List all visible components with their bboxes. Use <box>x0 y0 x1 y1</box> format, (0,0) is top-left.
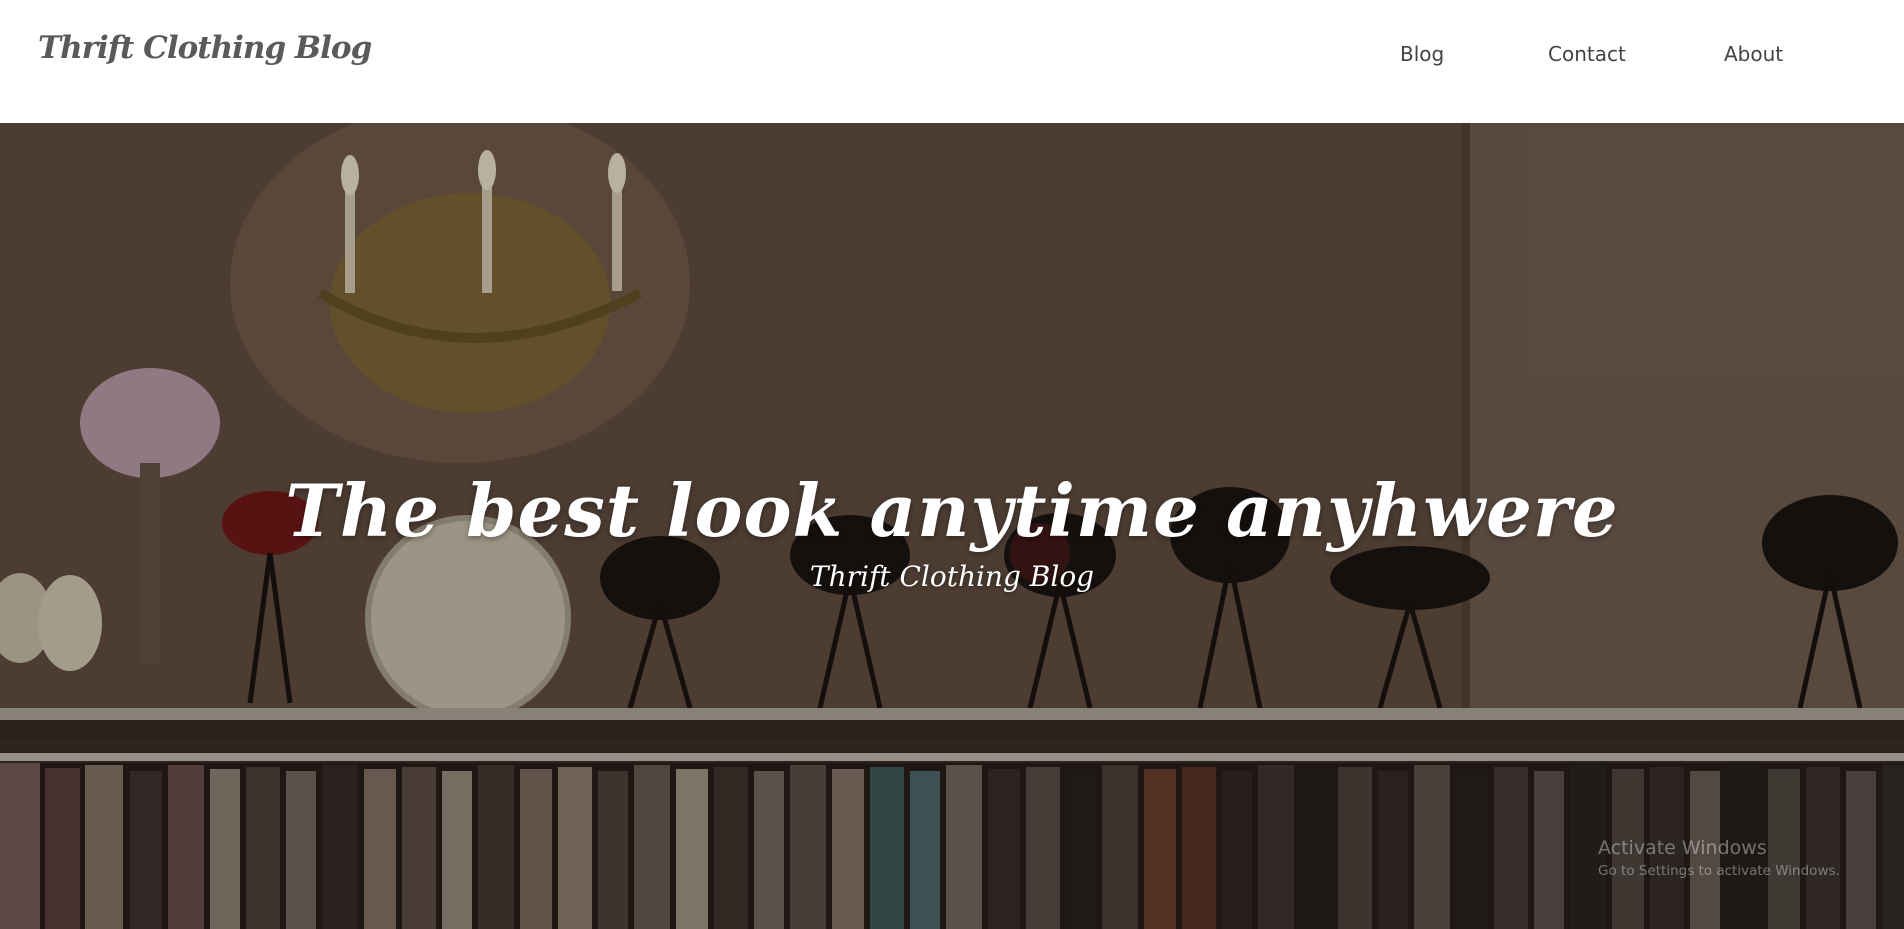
watermark-subtitle: Go to Settings to activate Windows. <box>1598 863 1840 879</box>
nav-link-about[interactable]: About <box>1724 42 1783 66</box>
nav-link-contact[interactable]: Contact <box>1548 42 1626 66</box>
main-nav: Blog Contact About <box>0 42 1904 72</box>
hero-subtitle: Thrift Clothing Blog <box>809 560 1095 593</box>
hero-section: The best look anytime anyhwere Thrift Cl… <box>0 123 1904 929</box>
navbar: Thrift Clothing Blog Blog Contact About <box>0 0 1904 123</box>
hero-title: The best look anytime anyhwere <box>285 468 1619 553</box>
activate-windows-watermark: Activate Windows Go to Settings to activ… <box>1598 837 1840 879</box>
nav-link-blog[interactable]: Blog <box>1400 42 1444 66</box>
watermark-title: Activate Windows <box>1598 837 1767 859</box>
